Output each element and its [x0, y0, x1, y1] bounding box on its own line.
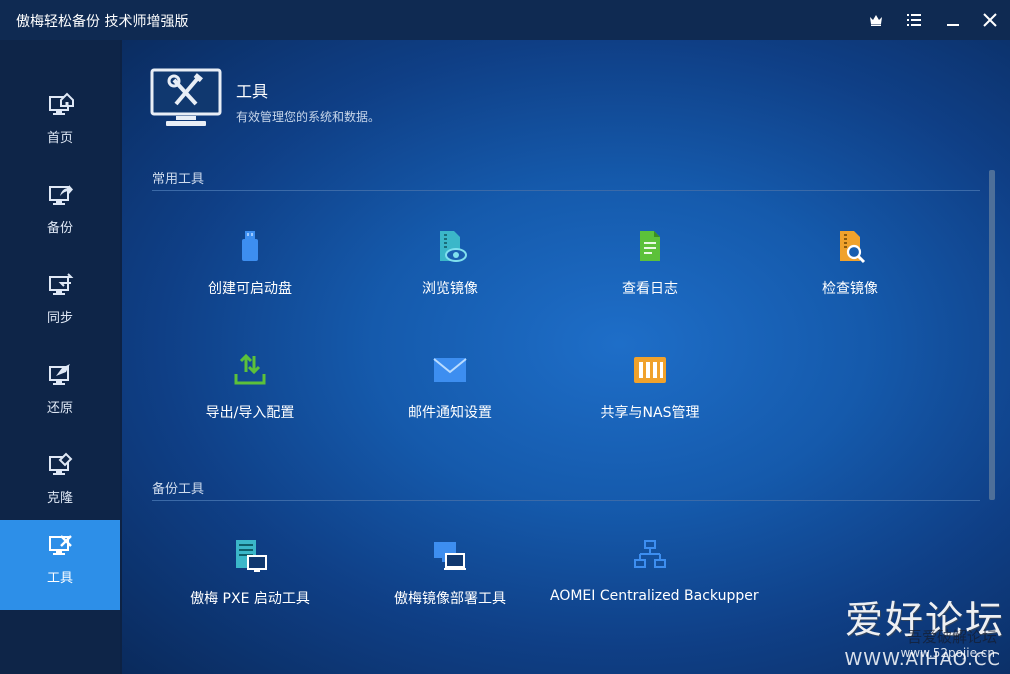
tool-email-notification-settings[interactable]: 邮件通知设置 [350, 352, 550, 442]
main-panel: 工具 有效管理您的系统和数据。 常用工具 创建可启动盘 浏览镜像 查看日志 检查… [122, 40, 1010, 674]
close-icon [983, 13, 997, 27]
vertical-scrollbar[interactable] [989, 170, 995, 500]
tool-label: 傲梅 PXE 启动工具 [190, 591, 310, 607]
tool-view-logs[interactable]: 查看日志 [550, 228, 750, 318]
usb-drive-icon [242, 231, 258, 261]
explore-image-icon [440, 231, 467, 262]
home-monitor-icon [49, 92, 74, 115]
close-button[interactable] [979, 10, 1001, 30]
log-document-icon [640, 231, 660, 261]
tool-check-image[interactable]: 检查镜像 [750, 228, 950, 318]
sidebar-item-label: 还原 [46, 401, 73, 416]
tool-label: 查看日志 [622, 281, 678, 297]
section-title-backup: 备份工具 [152, 482, 205, 497]
tool-image-deploy[interactable]: 傲梅镜像部署工具 [350, 538, 550, 628]
sidebar-item-label: 首页 [46, 131, 73, 146]
section-divider [152, 500, 980, 501]
tools-monitor-icon [49, 535, 72, 555]
crown-icon [870, 15, 882, 26]
tools-header-icon [150, 68, 222, 126]
sidebar-item-label: 克隆 [46, 491, 73, 506]
sidebar-item-label: 备份 [46, 221, 73, 236]
nas-icon [634, 357, 666, 383]
minimize-icon [947, 24, 959, 26]
restore-monitor-icon [49, 364, 70, 385]
tool-explore-image[interactable]: 浏览镜像 [350, 228, 550, 318]
network-topology-icon [634, 540, 666, 568]
tool-create-bootable-disk[interactable]: 创建可启动盘 [150, 228, 350, 318]
backup-monitor-icon [49, 185, 73, 205]
sidebar-item-sync[interactable]: 同步 [0, 260, 120, 350]
tool-label: 浏览镜像 [422, 281, 478, 297]
app-title: 傲梅轻松备份 技术师增强版 [16, 14, 189, 30]
tool-export-import-config[interactable]: 导出/导入配置 [150, 352, 350, 442]
tool-aomei-centralized-backupper[interactable]: AOMEI Centralized Backupper [550, 538, 759, 628]
pxe-server-icon [236, 540, 267, 572]
tool-label: 邮件通知设置 [408, 405, 492, 421]
clone-monitor-icon [49, 452, 73, 475]
page-title: 工具 [236, 82, 269, 101]
section-title-common: 常用工具 [152, 172, 205, 187]
section-divider [152, 190, 980, 191]
minimize-button[interactable] [942, 10, 964, 30]
tool-label: 导出/导入配置 [205, 405, 295, 421]
check-image-icon [840, 231, 866, 264]
sidebar-item-tools[interactable]: 工具 [0, 520, 120, 610]
export-import-icon [234, 353, 266, 385]
sidebar-item-restore[interactable]: 还原 [0, 350, 120, 440]
menu-icon [907, 14, 921, 26]
tool-pxe-boot[interactable]: 傲梅 PXE 启动工具 [150, 538, 350, 628]
tool-label: 傲梅镜像部署工具 [394, 591, 506, 607]
page-subtitle: 有效管理您的系统和数据。 [236, 110, 381, 124]
sidebar-item-home[interactable]: 首页 [0, 80, 120, 170]
sidebar-item-label: 工具 [46, 571, 73, 586]
tool-label: AOMEI Centralized Backupper [550, 588, 759, 604]
sync-monitor-icon [49, 273, 74, 295]
image-deploy-icon [434, 542, 466, 570]
upgrade-button[interactable] [865, 10, 887, 30]
sidebar: 首页 备份 同步 还原 克隆 工具 [0, 40, 120, 674]
tool-label: 共享与NAS管理 [600, 405, 700, 421]
sidebar-item-clone[interactable]: 克隆 [0, 440, 120, 530]
tool-share-nas-management[interactable]: 共享与NAS管理 [550, 352, 750, 442]
sidebar-item-backup[interactable]: 备份 [0, 170, 120, 260]
tool-label: 检查镜像 [822, 281, 878, 297]
mail-icon [433, 358, 467, 382]
sidebar-item-label: 同步 [46, 311, 73, 326]
title-bar: 傲梅轻松备份 技术师增强版 [0, 0, 1010, 40]
tool-label: 创建可启动盘 [208, 281, 292, 297]
menu-button[interactable] [903, 10, 925, 30]
